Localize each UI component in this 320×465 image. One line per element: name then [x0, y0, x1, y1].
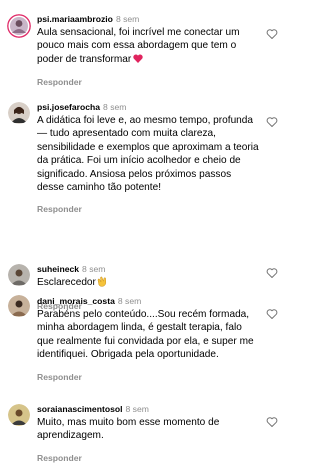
comment-text: Esclarecedor — [37, 276, 259, 291]
comment-username[interactable]: psi.josefarocha — [37, 102, 100, 112]
avatar[interactable] — [8, 102, 30, 124]
avatar[interactable] — [8, 264, 30, 286]
comment-text: Muito, mas muito bom esse momento de apr… — [37, 417, 220, 442]
comment-timestamp: 8 sem — [115, 14, 140, 24]
like-heart-icon[interactable] — [266, 28, 278, 40]
comment-timestamp: 8 sem — [82, 264, 106, 274]
like-heart-icon[interactable] — [266, 267, 278, 279]
like-heart-icon[interactable] — [266, 308, 278, 320]
reply-button[interactable]: Responder — [37, 76, 259, 88]
avatar[interactable] — [7, 14, 31, 38]
avatar[interactable] — [8, 295, 30, 317]
comment-list: psi.mariaambrozio 8 sem Aula sensacional,… — [0, 0, 288, 465]
comment-text: Parabéns pelo conteúdo....Sou recém form… — [37, 309, 254, 361]
like-heart-icon[interactable] — [266, 116, 278, 128]
comment-username[interactable]: suheineck — [37, 264, 79, 274]
comment-text: A didática foi leve e, ao mesmo tempo, p… — [37, 115, 259, 194]
comment-timestamp: 8 sem — [125, 404, 149, 414]
like-heart-icon[interactable] — [266, 416, 278, 428]
comment-timestamp: 8 sem — [103, 102, 127, 112]
red-heart-emoji — [133, 54, 143, 67]
reply-button[interactable]: Responder — [37, 371, 259, 383]
avatar[interactable] — [8, 404, 30, 426]
reply-button[interactable]: Responder — [37, 203, 259, 215]
comment-timestamp: 8 sem — [117, 296, 142, 306]
comment-username[interactable]: psi.mariaambrozio — [37, 14, 113, 24]
clapping-hands-emoji — [97, 276, 108, 291]
comment-username[interactable]: soraianascimentosol — [37, 404, 123, 414]
comment-text: Aula sensacional, foi incrível me conect… — [37, 26, 259, 67]
reply-button[interactable]: Responder — [37, 452, 259, 464]
comment-username[interactable]: dani_morais_costa — [37, 296, 115, 306]
